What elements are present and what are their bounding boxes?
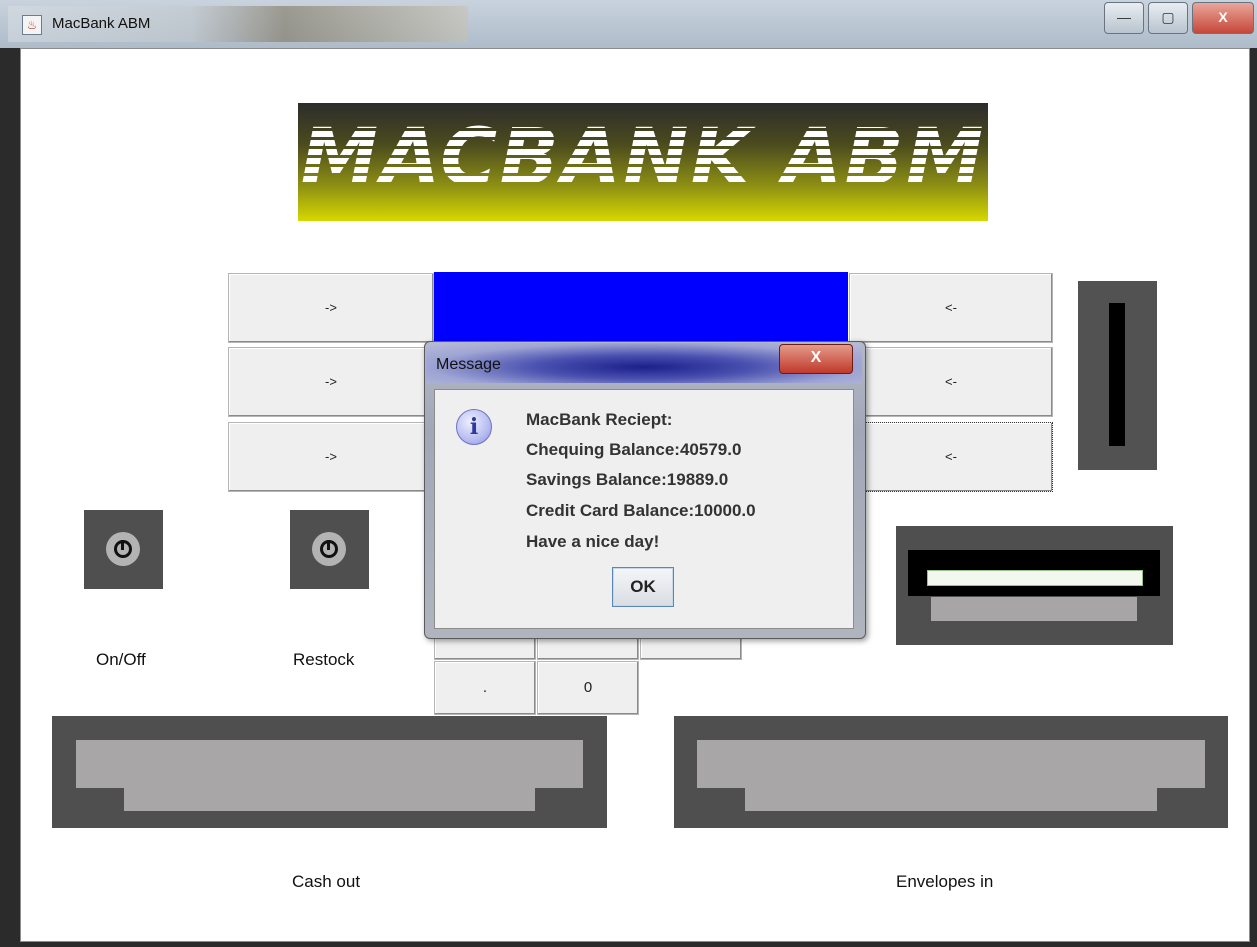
- message-line: Savings Balance:19889.0: [526, 470, 729, 489]
- receipt-tray: [931, 597, 1137, 621]
- envelope-slot: [697, 740, 1205, 788]
- cash-out-slot-lip: [124, 788, 535, 811]
- envelopes-label: Envelopes in: [896, 872, 994, 891]
- keypad-key-decimal[interactable]: .: [434, 661, 536, 715]
- dialog-close-button[interactable]: X: [779, 344, 853, 374]
- envelope-slot-lip: [745, 788, 1157, 811]
- restock-button[interactable]: [290, 510, 369, 589]
- message-line: Have a nice day!: [526, 532, 660, 551]
- maximize-button[interactable]: ▢: [1148, 2, 1188, 34]
- logo-text: MACBANK ABM: [298, 113, 988, 203]
- right-side-button-1[interactable]: <-: [849, 273, 1053, 343]
- power-button[interactable]: [84, 510, 163, 589]
- right-side-button-2[interactable]: <-: [849, 347, 1053, 417]
- atm-screen: [434, 272, 848, 344]
- message-line: MacBank Reciept:: [526, 410, 673, 429]
- java-cup-icon: ♨: [22, 15, 42, 35]
- power-label: On/Off: [96, 650, 146, 669]
- restock-icon: [312, 532, 346, 566]
- cash-out-slot: [76, 740, 583, 788]
- minimize-button[interactable]: —: [1104, 2, 1144, 34]
- window-title: MacBank ABM: [52, 15, 151, 32]
- dialog-title: Message: [436, 356, 501, 373]
- cash-out-label: Cash out: [292, 872, 361, 891]
- power-icon: [106, 532, 140, 566]
- left-side-button-1[interactable]: ->: [228, 273, 434, 343]
- macbank-logo: MACBANK ABM: [298, 103, 988, 221]
- left-side-button-2[interactable]: ->: [228, 347, 434, 417]
- message-line: Credit Card Balance:10000.0: [526, 501, 756, 520]
- card-slot-opening: [1109, 303, 1125, 446]
- restock-label: Restock: [293, 650, 355, 669]
- message-line: Chequing Balance:40579.0: [526, 440, 742, 459]
- receipt-paper[interactable]: [927, 570, 1143, 586]
- info-icon: i: [456, 409, 492, 445]
- close-window-button[interactable]: X: [1192, 2, 1254, 34]
- right-side-button-3[interactable]: <-: [849, 422, 1053, 492]
- keypad-key-0[interactable]: 0: [537, 661, 639, 715]
- left-side-button-3[interactable]: ->: [228, 422, 434, 492]
- ok-button[interactable]: OK: [612, 567, 674, 607]
